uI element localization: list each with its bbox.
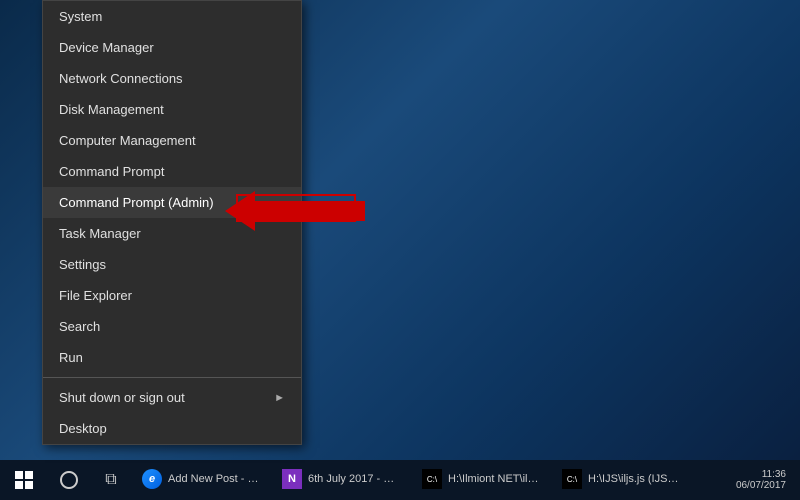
menu-item-device-manager[interactable]: Device Manager — [43, 32, 301, 63]
menu-item-computer-management[interactable]: Computer Management — [43, 125, 301, 156]
menu-item-shut-down[interactable]: Shut down or sign out ► — [43, 382, 301, 413]
menu-item-network-connections[interactable]: Network Connections — [43, 63, 301, 94]
menu-separator — [43, 377, 301, 378]
taskbar-item-edge[interactable]: e Add New Post - One... — [132, 460, 272, 500]
cmd-icon-1: C:\ — [422, 469, 442, 489]
taskbar-item-cmd2[interactable]: C:\ H:\IJS\iljs.js (IJS) - ... — [552, 460, 692, 500]
taskbar-items: e Add New Post - One... N 6th July 2017 … — [132, 460, 722, 500]
menu-item-command-prompt[interactable]: Command Prompt — [43, 156, 301, 187]
system-tray: 11:36 06/07/2017 — [722, 469, 800, 491]
menu-item-system[interactable]: System — [43, 1, 301, 32]
menu-item-desktop[interactable]: Desktop — [43, 413, 301, 444]
menu-item-disk-management[interactable]: Disk Management — [43, 94, 301, 125]
cmd-icon-2: C:\ — [562, 469, 582, 489]
menu-item-settings[interactable]: Settings — [43, 249, 301, 280]
windows-logo-icon — [15, 471, 33, 489]
task-view-button[interactable]: ⧉ — [90, 460, 132, 500]
taskbar-item-onenote[interactable]: N 6th July 2017 - One... — [272, 460, 412, 500]
start-button[interactable] — [0, 460, 48, 500]
menu-item-file-explorer[interactable]: File Explorer — [43, 280, 301, 311]
tray-date-display: 06/07/2017 — [736, 480, 786, 491]
edge-icon: e — [142, 469, 162, 489]
tray-time-display: 11:36 — [762, 469, 786, 480]
taskbar-search-button[interactable] — [48, 460, 90, 500]
taskbar-item-cmd1[interactable]: C:\ H:\Ilmiont NET\ilm... — [412, 460, 552, 500]
annotation-arrow-svg — [225, 186, 365, 236]
desktop: System Device Manager Network Connection… — [0, 0, 800, 460]
task-view-icon: ⧉ — [105, 471, 116, 489]
search-icon — [60, 471, 78, 489]
tray-clock: 11:36 06/07/2017 — [730, 469, 792, 491]
taskbar-item-onenote-label: 6th July 2017 - One... — [308, 473, 402, 485]
onenote-icon: N — [282, 469, 302, 489]
taskbar-item-cmd1-label: H:\Ilmiont NET\ilm... — [448, 473, 542, 485]
taskbar-item-edge-label: Add New Post - One... — [168, 473, 262, 485]
menu-item-run[interactable]: Run — [43, 342, 301, 373]
taskbar: ⧉ e Add New Post - One... N 6th July 201… — [0, 460, 800, 500]
menu-item-search[interactable]: Search — [43, 311, 301, 342]
taskbar-item-cmd2-label: H:\IJS\iljs.js (IJS) - ... — [588, 473, 682, 485]
submenu-arrow-icon: ► — [274, 392, 285, 404]
